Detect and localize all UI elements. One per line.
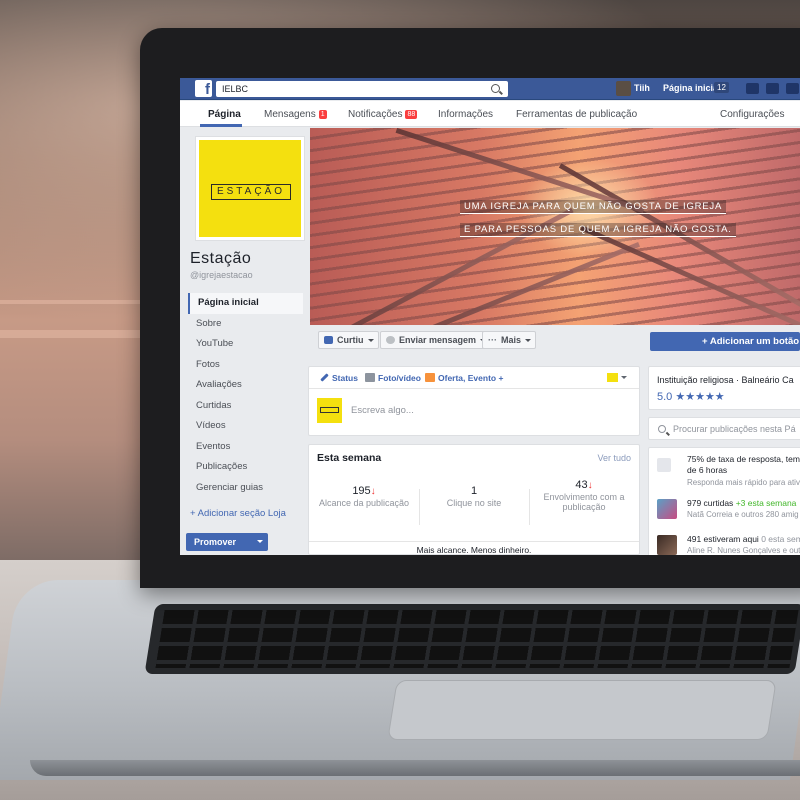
search-input[interactable]: IELBC [216, 81, 508, 97]
trackpad [387, 680, 777, 740]
facebook-logo-icon[interactable]: f [195, 80, 212, 97]
page-title[interactable]: Estação [190, 250, 251, 268]
tab-ferramentas[interactable]: Ferramentas de publicação [516, 109, 637, 120]
add-button-cta[interactable]: + Adicionar um botão [650, 332, 800, 351]
nav-publicacoes[interactable]: Publicações [188, 457, 303, 478]
active-tab-indicator [200, 124, 242, 127]
facebook-top-bar: f IELBC Tiih Página inicial 12 [180, 78, 800, 100]
send-message-button[interactable]: Enviar mensagem [380, 331, 492, 349]
arrow-down-icon: ↓ [587, 480, 593, 491]
stat-engagement[interactable]: 43↓ Envolvimento com a publicação [529, 479, 639, 512]
stat-reach[interactable]: 195↓ Alcance da publicação [309, 485, 419, 508]
nav-eventos[interactable]: Eventos [188, 437, 303, 458]
chevron-down-icon[interactable] [257, 540, 263, 546]
arrow-down-icon: ↓ [370, 486, 376, 497]
nav-gerenciar-guias[interactable]: Gerenciar guias [188, 478, 303, 499]
nav-avaliacoes[interactable]: Avaliações [188, 375, 303, 396]
user-name-link[interactable]: Tiih [634, 83, 650, 93]
composer-tab-status[interactable]: Status [319, 373, 358, 383]
visitor-thumbnail [657, 535, 677, 555]
profile-picture[interactable]: ESTAÇÃO [195, 136, 305, 241]
chevron-down-icon [525, 339, 532, 345]
chevron-down-icon[interactable] [621, 376, 627, 382]
keyboard [144, 604, 800, 674]
nav-fotos[interactable]: Fotos [188, 355, 303, 376]
search-posts-input[interactable]: Procurar publicações nesta Pá [648, 417, 800, 440]
page-navigation: Página inicial Sobre YouTube Fotos Avali… [188, 293, 303, 498]
laptop-front-edge [30, 760, 800, 776]
cover-slogan-line2: E PARA PESSOAS DE QUEM A IGREJA NÃO GOST… [460, 223, 736, 237]
insights-title: Esta semana [317, 452, 382, 464]
laptop-screen: f IELBC Tiih Página inicial 12 Página Me… [180, 78, 800, 555]
page-stats-card: 75% de taxa de resposta, tempo dede 6 ho… [648, 447, 800, 555]
chevron-down-icon [367, 339, 374, 345]
friends-thumbnail [657, 499, 677, 519]
estacao-logo: ESTAÇÃO [211, 184, 291, 200]
search-value: IELBC [222, 84, 249, 94]
chat-bubble-icon [657, 458, 671, 472]
nav-curtidas[interactable]: Curtidas [188, 396, 303, 417]
page-category: Instituição religiosa · Balneário Ca [657, 375, 794, 385]
thumbs-up-icon [324, 336, 333, 344]
user-avatar[interactable] [616, 81, 631, 96]
messages-icon[interactable] [766, 83, 779, 94]
pencil-icon [320, 373, 329, 382]
more-button[interactable]: ··· Mais [482, 331, 537, 349]
page-tabs: Página Mensagens 1 Notificações 88 Informa… [180, 101, 800, 127]
camera-icon [365, 373, 375, 382]
plus-icon: + [702, 336, 710, 347]
search-icon[interactable] [491, 84, 500, 93]
more-dots-icon: ··· [488, 335, 497, 345]
nav-pagina-inicial[interactable]: Página inicial [188, 293, 303, 314]
left-column: ESTAÇÃO Estação @igrejaestacao Página in… [180, 133, 305, 555]
home-count-badge: 12 [714, 82, 729, 93]
post-as-page-selector[interactable] [607, 373, 618, 382]
notifications-icon[interactable] [786, 83, 799, 94]
page-rating[interactable]: 5.0 ★★★★★ [657, 390, 725, 403]
tab-configuracoes[interactable]: Configurações [720, 109, 784, 120]
composer-input[interactable]: Escreva algo... [351, 405, 414, 416]
composer-tab-offer[interactable]: Oferta, Evento + [425, 373, 503, 383]
messages-badge: 1 [318, 110, 327, 119]
tab-pagina[interactable]: Página [208, 109, 241, 120]
star-rating-icon: ★★★★★ [675, 391, 725, 403]
home-link[interactable]: Página inicial [663, 83, 721, 93]
add-shop-section-link[interactable]: + Adicionar seção Loja [190, 508, 286, 519]
plus-icon: + [190, 508, 198, 519]
page-username[interactable]: @igrejaestacao [190, 270, 253, 280]
composer-tab-photo[interactable]: Foto/vídeo [365, 373, 421, 383]
post-composer: Status Foto/vídeo Oferta, Evento + Escre… [308, 366, 640, 436]
message-icon [386, 336, 395, 344]
see-all-link[interactable]: Ver tudo [597, 453, 631, 463]
nav-sobre[interactable]: Sobre [188, 314, 303, 335]
nav-videos[interactable]: Vídeos [188, 416, 303, 437]
cover-photo[interactable]: UMA IGREJA PARA QUEM NÃO GOSTA DE IGREJA… [310, 128, 800, 325]
tab-notificacoes[interactable]: Notificações 88 [348, 109, 418, 120]
like-button[interactable]: Curtiu [318, 331, 379, 349]
notifications-badge: 88 [405, 110, 418, 119]
search-icon [658, 425, 666, 433]
offer-tag-icon [425, 373, 435, 382]
nav-youtube[interactable]: YouTube [188, 334, 303, 355]
tab-informacoes[interactable]: Informações [438, 109, 493, 120]
page-avatar [317, 398, 342, 423]
friend-requests-icon[interactable] [746, 83, 759, 94]
promote-button[interactable]: Promover [186, 533, 268, 551]
promo-tagline[interactable]: Mais alcance. Menos dinheiro. [309, 541, 639, 555]
stat-website-clicks[interactable]: 1 Clique no site [419, 485, 529, 508]
tab-mensagens[interactable]: Mensagens 1 [264, 109, 327, 120]
cover-slogan-line1: UMA IGREJA PARA QUEM NÃO GOSTA DE IGREJA [460, 200, 727, 214]
page-info-card: Instituição religiosa · Balneário Ca 5.0… [648, 366, 800, 410]
weekly-insights-card: Esta semana Ver tudo 195↓ Alcance da pub… [308, 444, 640, 555]
